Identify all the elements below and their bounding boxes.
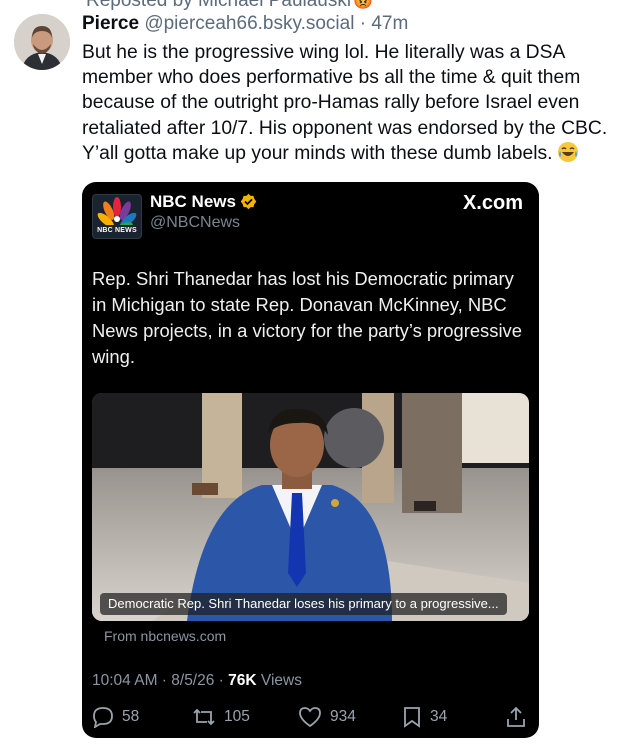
post-text: But he is the progressive wing lol. He l… [82,40,638,166]
views-count: 76K [228,672,257,689]
like-count: 934 [330,708,356,725]
verified-badge-icon [240,193,257,210]
reply-icon [93,707,113,728]
nbc-peacock-icon [97,197,137,232]
repost-label: Reposted by Michael Paulauski [86,0,352,11]
laughing-emoji-icon [557,141,578,162]
embed-account-name[interactable]: NBC News [150,192,257,212]
embed-account-name-text: NBC News [150,192,236,211]
repost-icon [62,0,80,8]
post-age[interactable]: 47m [371,13,408,34]
photo [92,393,529,621]
bookmark-icon [404,707,420,728]
reply-button[interactable]: 58 [92,706,139,728]
link-caption[interactable]: Democratic Rep. Shri Thanedar loses his … [100,593,507,615]
post-timestamp[interactable]: 10:04 AM · 8/5/26 · [92,672,224,689]
author-handle[interactable]: @pierceah66.bsky.social [144,13,354,34]
retweet-icon [193,708,215,726]
post-text-content: But he is the progressive wing lol. He l… [82,42,608,164]
post-header: Pierce @pierceah66.bsky.social · 47m [82,12,408,36]
nbc-logo-text: NBC NEWS [97,227,137,234]
repost-bar[interactable]: Reposted by Michael Paulauski 😡 [62,0,373,12]
link-domain[interactable]: From nbcnews.com [104,628,226,644]
embed-post-text: Rep. Shri Thanedar has lost his Democrat… [92,268,522,367]
author-name[interactable]: Pierce [82,13,139,34]
bookmark-count: 34 [430,708,448,725]
share-button[interactable] [506,706,534,728]
emoji: 😡 [353,0,374,10]
views-label: Views [260,672,302,689]
repost-count: 105 [224,708,250,725]
header-separator: · [359,13,367,34]
action-bar: 58 105 934 34 [92,706,529,730]
like-icon [299,707,321,728]
bookmark-button[interactable]: 34 [402,706,447,728]
reply-count: 58 [122,708,140,725]
like-button[interactable]: 934 [298,706,356,728]
repost-button[interactable]: 105 [192,706,250,728]
embedded-post-card[interactable]: NBC NEWS NBC News @NBCNews X.com Rep. Sh… [82,182,539,738]
embed-account-handle[interactable]: @NBCNews [150,214,240,232]
post-meta: 10:04 AM · 8/5/26 · 76K Views [92,672,302,690]
link-preview-image[interactable]: Democratic Rep. Shri Thanedar loses his … [92,393,529,621]
avatar[interactable] [14,14,70,70]
share-icon [507,706,525,727]
nbc-logo[interactable]: NBC NEWS [92,194,142,239]
source-site-label: X.com [462,192,523,214]
